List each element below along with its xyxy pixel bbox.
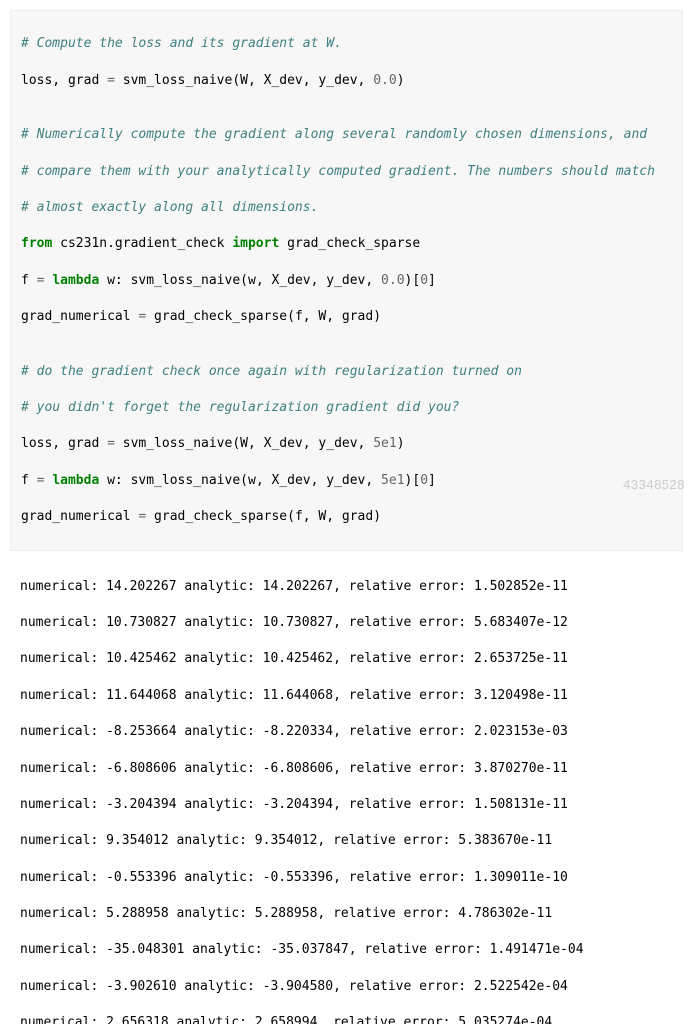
output-line: numerical: -6.808606 analytic: -6.808606…: [20, 760, 673, 778]
output-line: numerical: 5.288958 analytic: 5.288958, …: [20, 905, 673, 923]
output-line: numerical: 10.730827 analytic: 10.730827…: [20, 614, 673, 632]
keyword-lambda: lambda: [52, 473, 99, 488]
code-line: # Compute the loss and its gradient at W…: [21, 35, 672, 53]
output-line: numerical: 11.644068 analytic: 11.644068…: [20, 687, 673, 705]
code-text: grad_numerical: [21, 509, 138, 524]
number: 0.0: [381, 273, 404, 288]
number: 0.0: [373, 73, 396, 88]
code-text: grad_numerical: [21, 309, 138, 324]
comment: # you didn't forget the regularization g…: [21, 400, 459, 415]
output-cell: numerical: 14.202267 analytic: 14.202267…: [10, 553, 683, 1024]
code-text: svm_loss_naive(W, X_dev, y_dev,: [115, 436, 373, 451]
code-text: ]: [428, 473, 436, 488]
number: 5e1: [373, 436, 396, 451]
code-line: # almost exactly along all dimensions.: [21, 199, 672, 217]
code-line: # Numerically compute the gradient along…: [21, 126, 672, 144]
code-line: f = lambda w: svm_loss_naive(w, X_dev, y…: [21, 272, 672, 290]
watermark-text: 43348528: [623, 476, 685, 494]
code-text: grad_check_sparse(f, W, grad): [146, 309, 381, 324]
output-line: numerical: -3.902610 analytic: -3.904580…: [20, 978, 673, 996]
code-text: svm_loss_naive(W, X_dev, y_dev,: [115, 73, 373, 88]
number: 0: [420, 473, 428, 488]
output-line: numerical: -8.253664 analytic: -8.220334…: [20, 723, 673, 741]
output-line: numerical: -35.048301 analytic: -35.0378…: [20, 941, 673, 959]
code-line: loss, grad = svm_loss_naive(W, X_dev, y_…: [21, 435, 672, 453]
keyword-lambda: lambda: [52, 273, 99, 288]
comment: # compare them with your analytically co…: [21, 164, 655, 179]
output-line: numerical: 10.425462 analytic: 10.425462…: [20, 650, 673, 668]
output-line: numerical: 2.656318 analytic: 2.658994, …: [20, 1014, 673, 1024]
comment: # Compute the loss and its gradient at W…: [21, 36, 342, 51]
number: 5e1: [381, 473, 404, 488]
code-text: )[: [405, 273, 421, 288]
code-line: from cs231n.gradient_check import grad_c…: [21, 235, 672, 253]
code-cell: # Compute the loss and its gradient at W…: [10, 10, 683, 551]
comment: # do the gradient check once again with …: [21, 364, 522, 379]
output-line: numerical: 9.354012 analytic: 9.354012, …: [20, 832, 673, 850]
output-line: numerical: 14.202267 analytic: 14.202267…: [20, 578, 673, 596]
code-text: grad_check_sparse(f, W, grad): [146, 509, 381, 524]
output-line: numerical: -3.204394 analytic: -3.204394…: [20, 796, 673, 814]
code-line: grad_numerical = grad_check_sparse(f, W,…: [21, 508, 672, 526]
code-line: # do the gradient check once again with …: [21, 363, 672, 381]
comment: # almost exactly along all dimensions.: [21, 200, 318, 215]
output-line: numerical: -0.553396 analytic: -0.553396…: [20, 869, 673, 887]
code-text: loss, grad: [21, 73, 107, 88]
code-text: w: svm_loss_naive(w, X_dev, y_dev,: [99, 273, 381, 288]
code-text: loss, grad: [21, 436, 107, 451]
code-line: # compare them with your analytically co…: [21, 163, 672, 181]
op: =: [107, 436, 115, 451]
code-line: loss, grad = svm_loss_naive(W, X_dev, y_…: [21, 72, 672, 90]
code-text: ): [397, 73, 405, 88]
code-text: )[: [405, 473, 421, 488]
code-text: w: svm_loss_naive(w, X_dev, y_dev,: [99, 473, 381, 488]
keyword-import: import: [232, 236, 279, 251]
code-text: ]: [428, 273, 436, 288]
code-text: ): [397, 436, 405, 451]
op: =: [107, 73, 115, 88]
code-text: f: [21, 473, 37, 488]
number: 0: [420, 273, 428, 288]
code-line: grad_numerical = grad_check_sparse(f, W,…: [21, 308, 672, 326]
code-line: f = lambda w: svm_loss_naive(w, X_dev, y…: [21, 472, 672, 490]
code-text: cs231n.gradient_check: [52, 236, 232, 251]
keyword-from: from: [21, 236, 52, 251]
comment: # Numerically compute the gradient along…: [21, 127, 647, 142]
code-line: # you didn't forget the regularization g…: [21, 399, 672, 417]
code-text: grad_check_sparse: [279, 236, 420, 251]
code-text: f: [21, 273, 37, 288]
